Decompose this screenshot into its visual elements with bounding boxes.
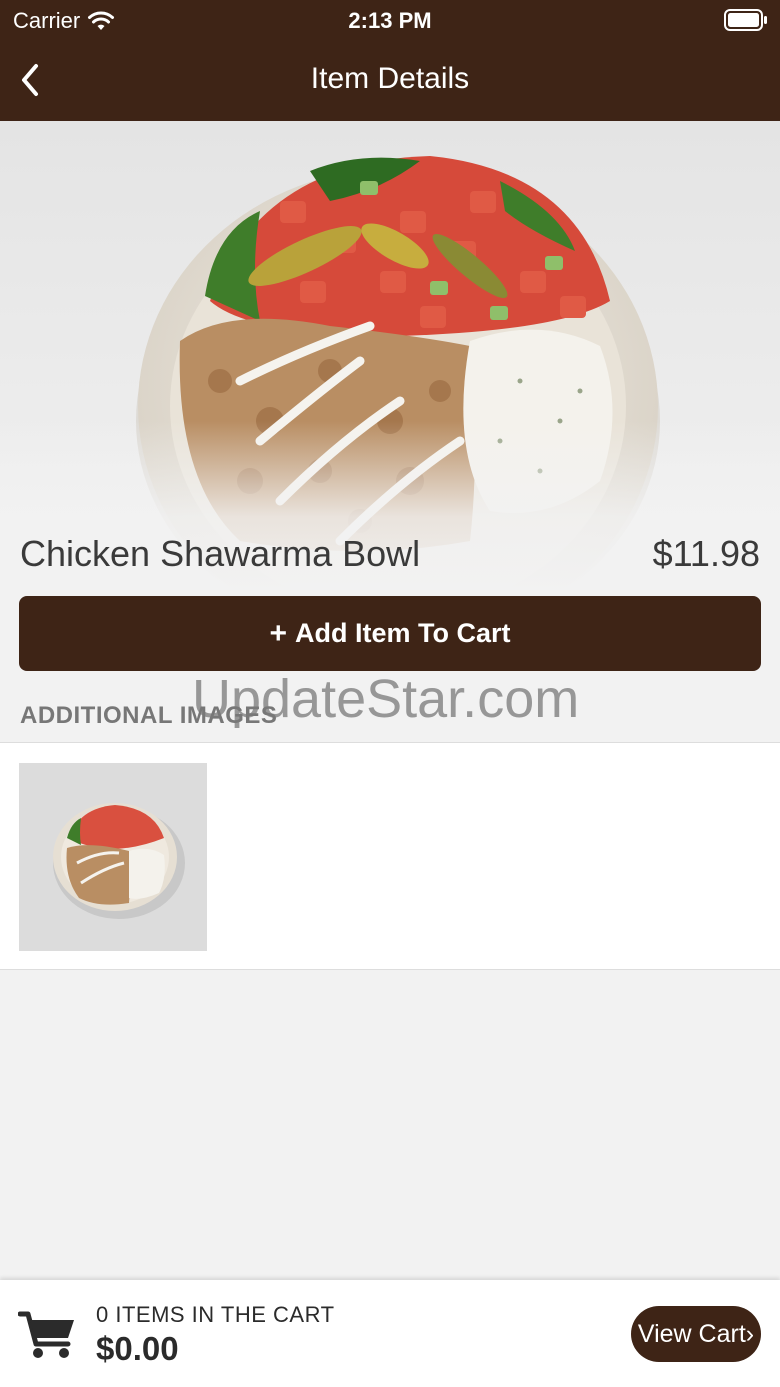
item-name: Chicken Shawarma Bowl: [20, 533, 421, 574]
cart-total: $0.00: [96, 1330, 179, 1367]
shawarma-bowl-thumbnail: [19, 763, 207, 951]
item-price: $11.98: [652, 533, 760, 574]
watermark: UpdateStar.com: [192, 669, 580, 729]
additional-images-list: [0, 742, 780, 970]
view-cart-label: View Cart: [637, 1319, 746, 1348]
item-hero-image: [0, 121, 780, 595]
cart-item-count: 0 ITEMS IN THE CART: [96, 1302, 335, 1327]
battery-icon: [724, 9, 767, 31]
status-bar: Carrier 2:13 PM: [0, 0, 780, 40]
page-title: Item Details: [310, 62, 470, 95]
add-to-cart-label: Add Item To Cart: [295, 618, 511, 648]
navigation-bar: Item Details: [0, 40, 780, 121]
additional-image-thumbnail[interactable]: [19, 763, 207, 951]
shopping-cart-icon: [18, 1311, 74, 1358]
add-to-cart-button[interactable]: + Add Item To Cart: [19, 596, 761, 671]
chevron-right-icon: ›: [745, 1319, 755, 1348]
clock: 2:13 PM: [348, 8, 432, 33]
cart-summary-bar: 0 ITEMS IN THE CART $0.00 View Cart ›: [0, 1280, 780, 1387]
plus-icon: +: [269, 616, 288, 650]
view-cart-button[interactable]: View Cart ›: [631, 1306, 761, 1362]
